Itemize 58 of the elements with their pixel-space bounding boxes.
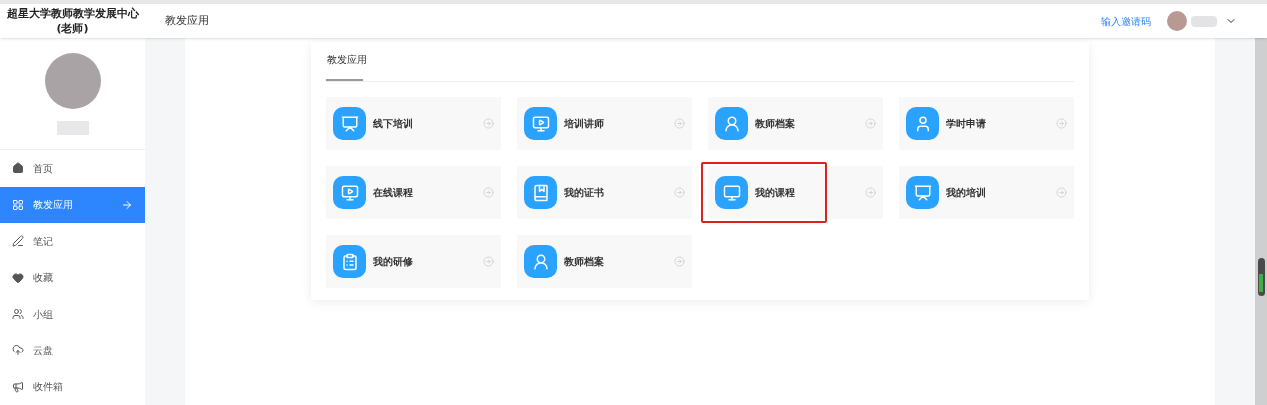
arrow-circle-icon <box>865 118 876 129</box>
tile-label: 培训讲师 <box>564 117 605 131</box>
org-role: (老师) <box>56 21 89 36</box>
tile-label: 线下培训 <box>373 117 414 131</box>
tile-label: 我的研修 <box>373 255 414 269</box>
tile-label: 在线课程 <box>373 186 414 200</box>
app-tile[interactable]: 线下培训 <box>326 97 501 150</box>
heart-icon <box>12 271 24 284</box>
page-title: 教发应用 <box>165 12 209 29</box>
app-tile[interactable]: 教师档案 <box>708 97 883 150</box>
sidebar-item[interactable]: 小组 <box>0 295 145 333</box>
arrow-circle-icon <box>483 256 494 267</box>
arrow-circle-icon <box>674 187 685 198</box>
tile-label: 我的证书 <box>564 186 605 200</box>
group-icon <box>12 308 24 320</box>
arrow-circle-icon <box>483 187 494 198</box>
arrow-circle-icon <box>674 118 685 129</box>
arrow-circle-icon <box>483 118 494 129</box>
app-tile[interactable]: 教师档案 <box>517 235 692 288</box>
arrow-right-icon <box>121 198 133 211</box>
arrow-circle-icon <box>1056 118 1067 129</box>
app-tile[interactable]: 在线课程 <box>326 166 501 219</box>
sidebar-item[interactable]: 教发应用 <box>0 186 145 223</box>
sidebar-item[interactable]: 首页 <box>0 150 145 187</box>
bookmark-book-icon <box>524 176 557 209</box>
sidebar-item[interactable]: 笔记 <box>0 223 145 260</box>
tile-label: 教师档案 <box>564 255 605 269</box>
cloud-icon <box>12 344 24 357</box>
org-title: 超星大学教师教学发展中心 <box>6 6 139 21</box>
monitor-icon <box>715 176 748 209</box>
app-tile[interactable]: 学时申请 <box>899 97 1074 150</box>
app-tile[interactable]: 我的研修 <box>326 235 501 288</box>
clipboard-icon <box>333 245 366 278</box>
home-icon <box>12 162 24 175</box>
app-tile[interactable]: 培训讲师 <box>517 97 692 150</box>
apps-icon <box>12 198 24 211</box>
pen-icon <box>12 235 24 248</box>
invite-code-link[interactable]: 输入邀请码 <box>1101 13 1151 29</box>
sidebar-item[interactable]: 云盘 <box>0 332 145 369</box>
tile-label: 我的培训 <box>946 186 987 200</box>
person-icon <box>715 107 748 140</box>
app-tile[interactable]: 我的培训 <box>899 166 1074 219</box>
person-icon <box>524 245 557 278</box>
person-icon <box>906 107 939 140</box>
sidebar-item[interactable]: 收藏 <box>0 259 145 296</box>
arrow-circle-icon <box>865 187 876 198</box>
app-tile[interactable]: 我的证书 <box>517 166 692 219</box>
tile-label: 教师档案 <box>755 117 796 131</box>
tile-label: 我的课程 <box>755 186 796 200</box>
tile-label: 学时申请 <box>946 117 987 131</box>
arrow-circle-icon <box>1056 187 1067 198</box>
arrow-circle-icon <box>674 256 685 267</box>
sidebar-item[interactable]: 收件箱 <box>0 368 145 405</box>
blurred-username <box>1191 15 1217 27</box>
play-screen-icon <box>333 176 366 209</box>
user-avatar[interactable] <box>1167 11 1187 31</box>
scroll-thumb[interactable] <box>1257 258 1265 296</box>
app-tile[interactable]: 我的课程 <box>708 166 883 219</box>
